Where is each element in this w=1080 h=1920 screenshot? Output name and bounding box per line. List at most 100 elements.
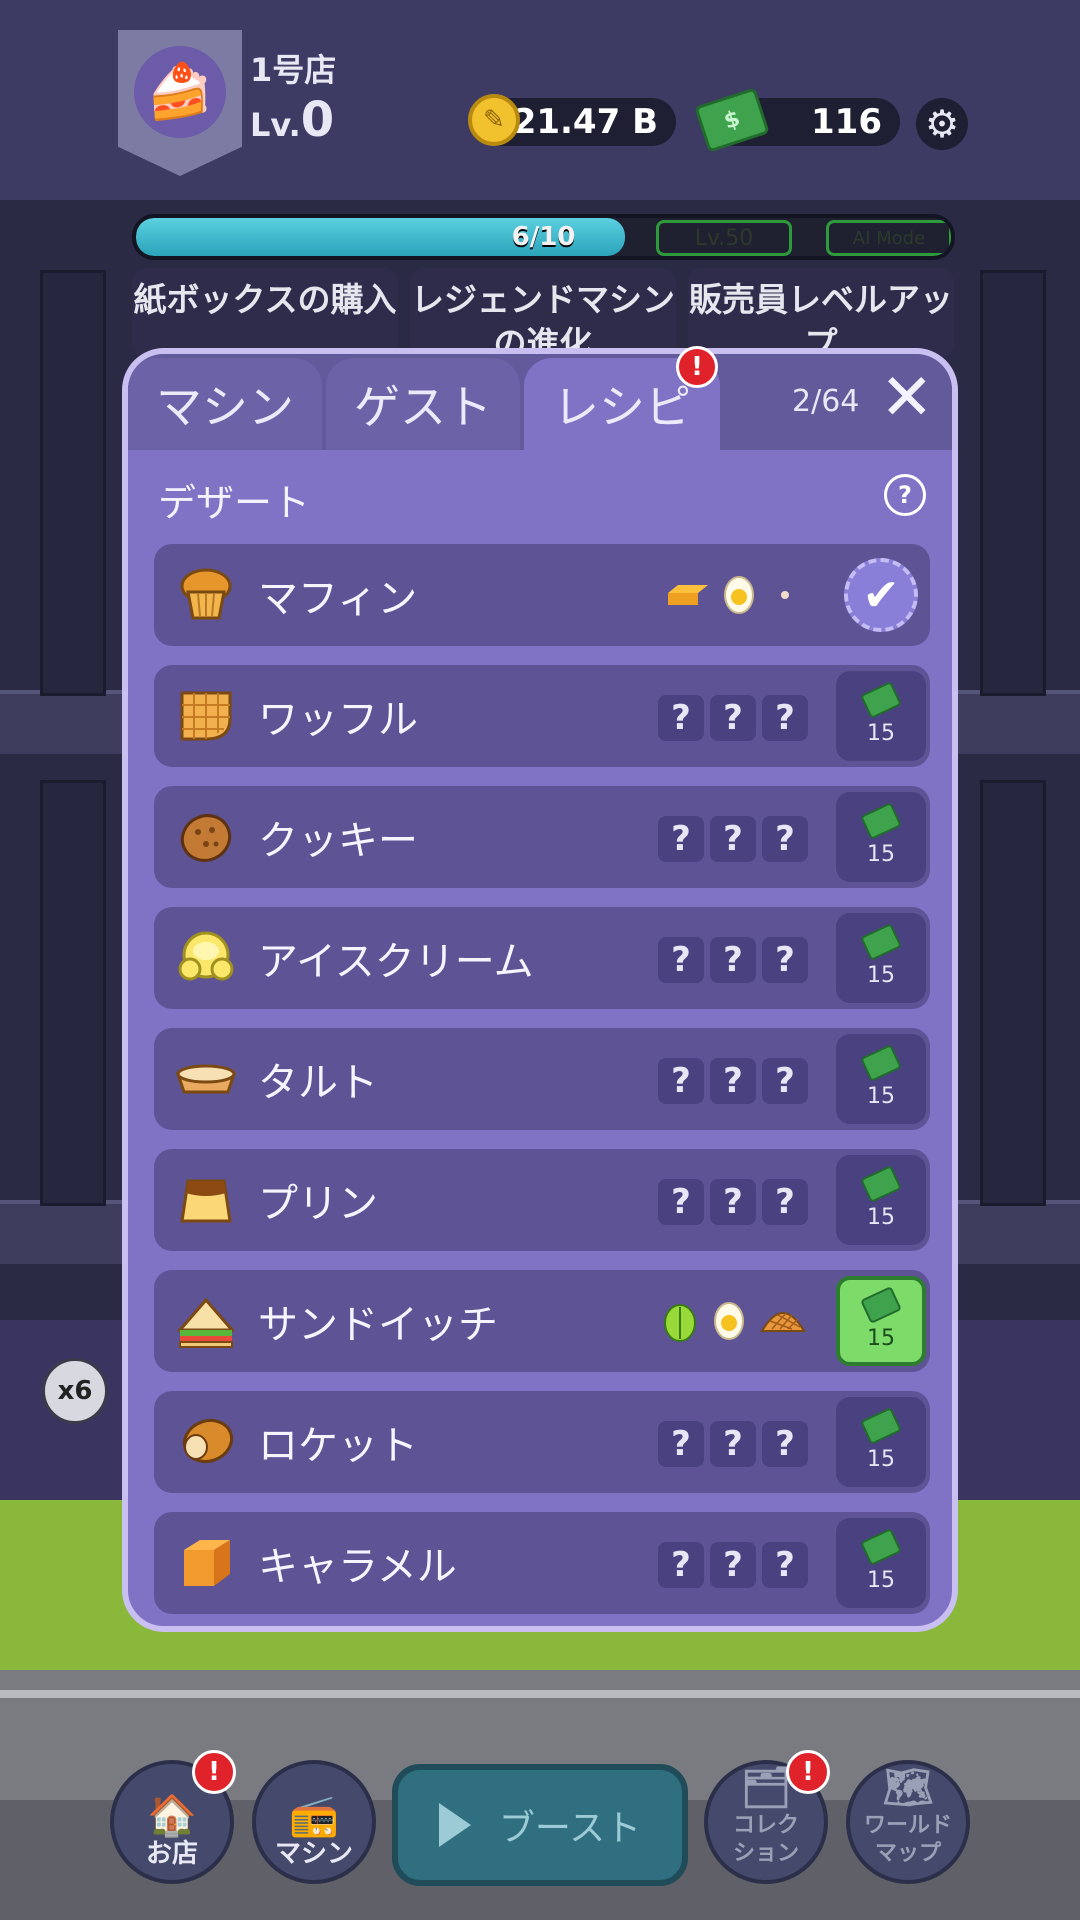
- recipe-name: アイスクリーム: [258, 939, 534, 985]
- pillar: [980, 780, 1046, 1206]
- unknown-ingredient: ?: [762, 1421, 808, 1467]
- recipe-row-croquette[interactable]: ロケット ? ? ? 15: [154, 1391, 930, 1493]
- road-line: [0, 1690, 1080, 1698]
- nav-machine-label: マシン: [274, 1839, 353, 1869]
- recipe-row-ice-cream[interactable]: アイスクリーム ? ? ? 15: [154, 907, 930, 1009]
- tab-machine[interactable]: マシン: [128, 358, 322, 450]
- settings-gear-icon[interactable]: ⚙: [916, 98, 968, 150]
- price-value: 15: [867, 1204, 895, 1230]
- cookie-icon: [180, 814, 232, 862]
- coin-counter[interactable]: ✎ 21.47 B: [468, 94, 676, 146]
- recipe-row-waffle[interactable]: ワッフル ? ? ? 15: [154, 665, 930, 767]
- task-card-1[interactable]: 紙ボックスの購入: [132, 268, 398, 358]
- tart-icon: [176, 1064, 236, 1094]
- price-value: 15: [867, 720, 895, 746]
- coin-amount: 21.47 B: [512, 102, 658, 142]
- cash-icon: [860, 1527, 902, 1566]
- unknown-ingredient: ?: [658, 1179, 704, 1225]
- unlock-price-button[interactable]: 15: [836, 1276, 926, 1366]
- close-icon[interactable]: ✕: [880, 362, 934, 434]
- level-prefix: Lv.: [250, 106, 301, 144]
- unlock-price-button[interactable]: 15: [836, 671, 926, 761]
- collection-alert-badge: !: [786, 1750, 830, 1794]
- coin-icon: ✎: [468, 94, 520, 146]
- cash-icon: [860, 1043, 902, 1082]
- price-value: 15: [867, 841, 895, 867]
- recipe-row-caramel[interactable]: キャラメル ? ? ? 15: [154, 1512, 930, 1614]
- cash-icon: [860, 1164, 902, 1203]
- unknown-ingredient: ?: [762, 1542, 808, 1588]
- unknown-ingredient: ?: [762, 695, 808, 741]
- unknown-ingredient: ?: [710, 1542, 756, 1588]
- store-name: 1号店: [250, 51, 337, 89]
- shop-icon: 🏠: [147, 1793, 197, 1839]
- unlock-price-button[interactable]: 15: [836, 1034, 926, 1124]
- shop-alert-badge: !: [192, 1750, 236, 1794]
- cash-icon: [860, 801, 902, 840]
- unknown-ingredient: ?: [658, 1058, 704, 1104]
- price-value: 15: [867, 962, 895, 988]
- ingredient-list: [660, 1294, 808, 1348]
- level-progress-bar: Lv.50 AI Mode 6/10: [132, 214, 955, 260]
- unknown-ingredient: ?: [710, 1179, 756, 1225]
- nav-collection-label: コレクション: [732, 1813, 799, 1866]
- unknown-ingredients: ? ? ?: [658, 937, 808, 983]
- level-value: 0: [300, 92, 335, 148]
- egg-icon: [714, 1302, 744, 1340]
- pillar: [980, 270, 1046, 696]
- unknown-ingredients: ? ? ?: [658, 1179, 808, 1225]
- store-level: Lv.0: [250, 92, 334, 148]
- unknown-ingredient: ?: [710, 695, 756, 741]
- recipe-name: タルト: [258, 1060, 378, 1106]
- waffle-icon: [180, 691, 232, 741]
- map-icon: 🗺: [882, 1765, 934, 1811]
- recipe-name: プリン: [258, 1181, 378, 1227]
- nav-machine-button[interactable]: 📻 マシン: [252, 1760, 376, 1884]
- cash-counter[interactable]: $ 116: [694, 87, 900, 153]
- boost-button[interactable]: ブースト: [392, 1764, 688, 1886]
- unlock-price-button[interactable]: 15: [836, 1155, 926, 1245]
- task-card-2[interactable]: レジェンドマシンの進化: [410, 268, 676, 358]
- nav-world-map-label: ワールドマップ: [864, 1813, 953, 1866]
- tab-guest[interactable]: ゲスト: [326, 358, 520, 450]
- recipe-name: クッキー: [258, 818, 418, 864]
- recipe-name: ワッフル: [258, 697, 418, 743]
- price-value: 15: [867, 1083, 895, 1109]
- pillar: [40, 270, 106, 696]
- ice-cream-icon: [178, 931, 234, 981]
- unknown-ingredient: ?: [710, 1058, 756, 1104]
- unlock-price-button[interactable]: 15: [836, 792, 926, 882]
- unknown-ingredient: ?: [710, 937, 756, 983]
- caramel-icon: [184, 1540, 230, 1586]
- nav-world-map-button[interactable]: 🗺 ワールドマップ: [846, 1760, 970, 1884]
- unlock-price-button[interactable]: 15: [836, 913, 926, 1003]
- recipe-name: キャラメル: [258, 1544, 457, 1590]
- unlock-price-button[interactable]: 15: [836, 1518, 926, 1608]
- cash-icon: [860, 1285, 902, 1324]
- collection-cards-icon: 🗂: [740, 1765, 792, 1811]
- ingredient-list: [664, 568, 802, 622]
- unknown-ingredients: ? ? ?: [658, 695, 808, 741]
- help-icon[interactable]: ?: [884, 474, 926, 516]
- unknown-ingredient: ?: [710, 816, 756, 862]
- recipe-row-sandwich[interactable]: サンドイッチ 15: [154, 1270, 930, 1372]
- recipe-count: 2/64: [792, 384, 860, 419]
- recipe-row-tart[interactable]: タルト ? ? ? 15: [154, 1028, 930, 1130]
- unlock-price-button[interactable]: 15: [836, 1397, 926, 1487]
- unlocked-check-icon: ✔: [844, 558, 918, 632]
- pudding-icon: [180, 1179, 232, 1223]
- tab-bar: マシン ゲスト レシピ 2/64 ✕: [128, 354, 952, 450]
- recipe-name: ロケット: [258, 1423, 418, 1469]
- unknown-ingredients: ? ? ?: [658, 816, 808, 862]
- store-badge[interactable]: 🍰: [118, 30, 242, 176]
- unknown-ingredients: ? ? ?: [658, 1058, 808, 1104]
- recipe-row-pudding[interactable]: プリン ? ? ? 15: [154, 1149, 930, 1251]
- recipe-row-cookie[interactable]: クッキー ? ? ? 15: [154, 786, 930, 888]
- price-value: 15: [867, 1567, 895, 1593]
- recipe-row-muffin[interactable]: マフィン ✔: [154, 544, 930, 646]
- queue-count-bubble: x6: [42, 1358, 108, 1424]
- unknown-ingredient: ?: [658, 816, 704, 862]
- sandwich-icon: [176, 1297, 236, 1348]
- croquette-icon: [182, 1418, 234, 1464]
- task-card-3[interactable]: 販売員レベルアップ: [688, 268, 954, 358]
